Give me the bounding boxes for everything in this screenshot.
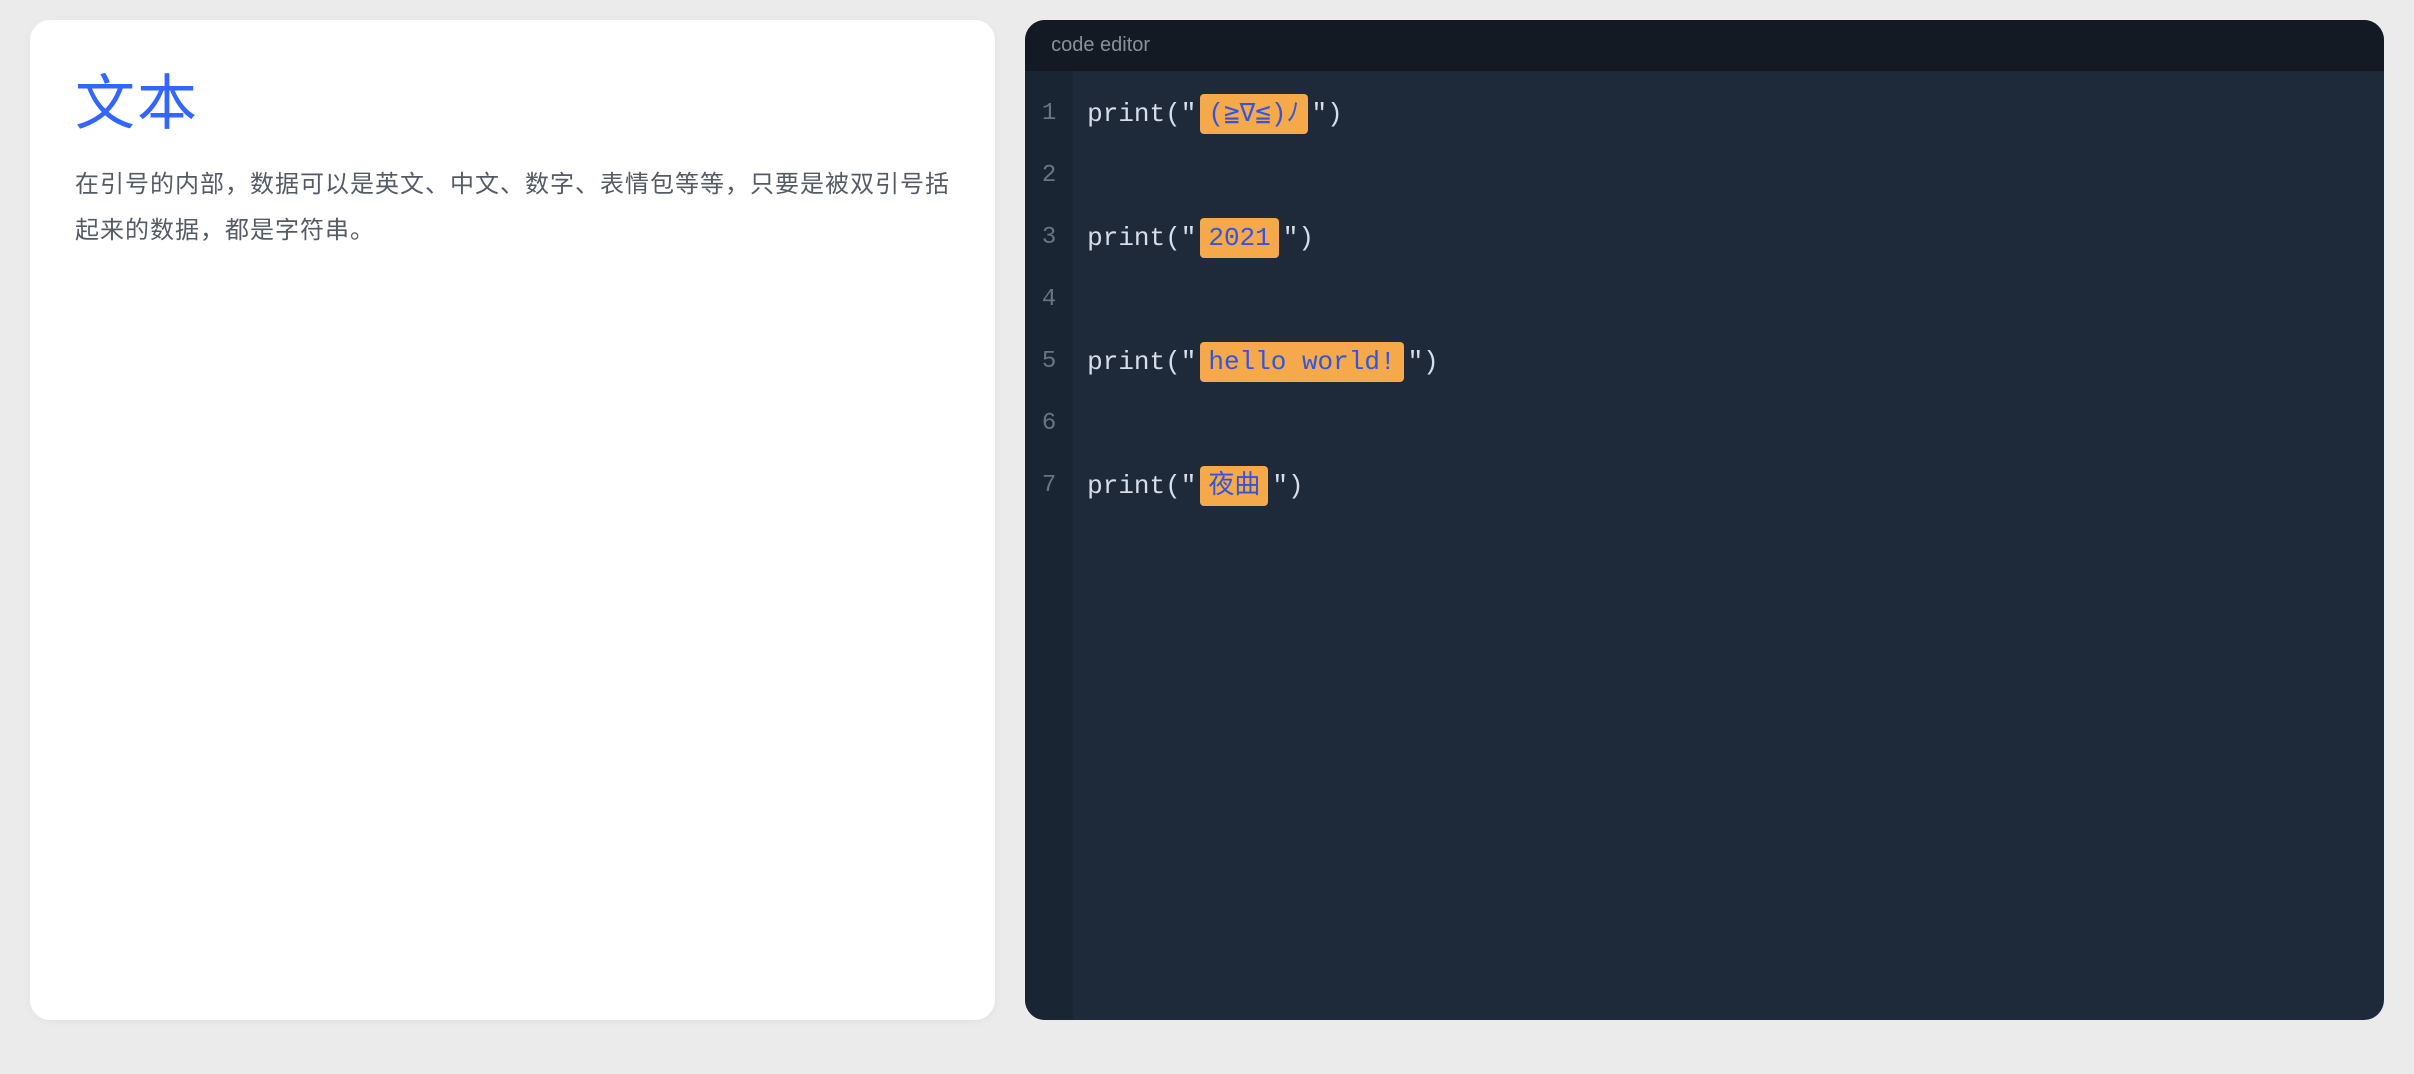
editor-header-label: code editor — [1051, 34, 1150, 56]
code-token-prefix: print(" — [1087, 207, 1196, 269]
main-container: 文本 在引号的内部，数据可以是英文、中文、数字、表情包等等，只要是被双引号括起来… — [30, 20, 2384, 1020]
code-token-prefix: print(" — [1087, 331, 1196, 393]
highlighted-string-content: (≧∇≦)ﾉ — [1200, 94, 1307, 134]
line-number: 3 — [1025, 207, 1073, 269]
line-number: 6 — [1025, 393, 1073, 455]
explanation-panel: 文本 在引号的内部，数据可以是英文、中文、数字、表情包等等，只要是被双引号括起来… — [30, 20, 995, 1020]
highlighted-string-content: 2021 — [1200, 218, 1278, 258]
code-line[interactable]: print("(≧∇≦)ﾉ") — [1087, 83, 2370, 145]
highlighted-string-content: hello world! — [1200, 342, 1403, 382]
editor-header: code editor — [1025, 20, 2384, 71]
code-token-suffix: ") — [1312, 83, 1343, 145]
panel-description: 在引号的内部，数据可以是英文、中文、数字、表情包等等，只要是被双引号括起来的数据… — [75, 162, 950, 253]
code-line[interactable] — [1087, 145, 2370, 207]
code-line[interactable] — [1087, 269, 2370, 331]
line-number: 7 — [1025, 455, 1073, 517]
code-token-prefix: print(" — [1087, 455, 1196, 517]
line-number: 4 — [1025, 269, 1073, 331]
code-editor-panel: code editor 1234567 print("(≧∇≦)ﾉ")print… — [1025, 20, 2384, 1020]
panel-title: 文本 — [75, 55, 950, 142]
line-number: 1 — [1025, 83, 1073, 145]
line-number: 2 — [1025, 145, 1073, 207]
code-line[interactable]: print("夜曲") — [1087, 455, 2370, 517]
code-token-prefix: print(" — [1087, 83, 1196, 145]
code-line[interactable]: print("2021") — [1087, 207, 2370, 269]
line-number-gutter: 1234567 — [1025, 71, 1073, 1020]
line-number: 5 — [1025, 331, 1073, 393]
code-token-suffix: ") — [1283, 207, 1314, 269]
editor-body[interactable]: 1234567 print("(≧∇≦)ﾉ")print("2021")prin… — [1025, 71, 2384, 1020]
code-area[interactable]: print("(≧∇≦)ﾉ")print("2021")print("hello… — [1073, 71, 2384, 1020]
code-token-suffix: ") — [1408, 331, 1439, 393]
code-token-suffix: ") — [1272, 455, 1303, 517]
highlighted-string-content: 夜曲 — [1200, 466, 1268, 506]
code-line[interactable]: print("hello world!") — [1087, 331, 2370, 393]
code-line[interactable] — [1087, 393, 2370, 455]
